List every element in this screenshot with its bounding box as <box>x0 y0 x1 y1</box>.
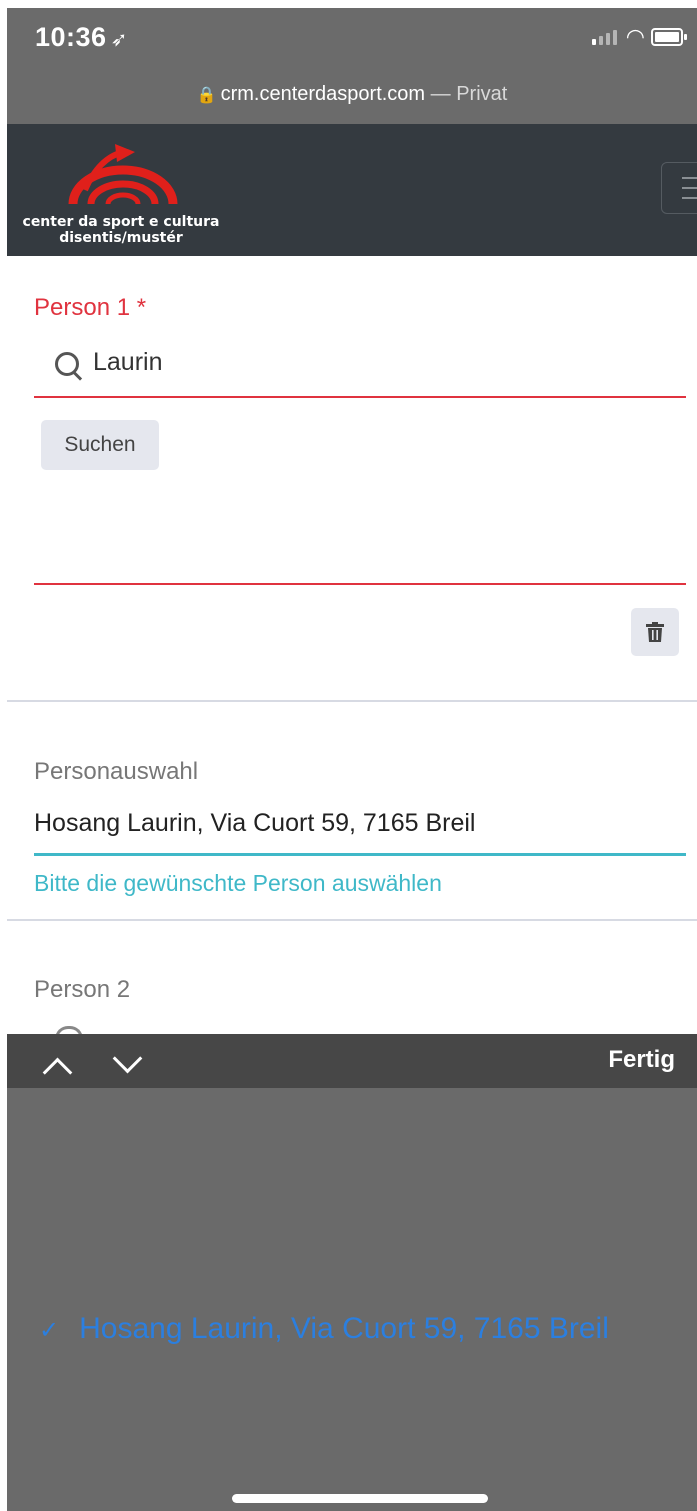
home-indicator[interactable] <box>232 1494 488 1503</box>
signal-icon <box>592 30 617 45</box>
trash-icon <box>646 622 664 642</box>
person2-label: Person 2 <box>34 976 131 1003</box>
url-text: crm.centerdasport.com <box>220 83 426 105</box>
person1-search-input[interactable]: Laurin <box>93 348 163 377</box>
section-divider <box>7 700 697 702</box>
personauswahl-select[interactable]: Hosang Laurin, Via Cuort 59, 7165 Breil <box>34 809 475 838</box>
status-bar: 10:36 ➶ ◠ 🔒 crm.centerdasport.com — Privat <box>7 8 697 124</box>
battery-icon <box>651 28 687 46</box>
chevron-up-icon[interactable] <box>42 1057 73 1088</box>
search-icon <box>55 352 79 376</box>
checkmark-icon: ✓ <box>39 1317 60 1344</box>
location-arrow-icon: ➶ <box>110 29 128 51</box>
status-time: 10:36 ➶ <box>35 22 128 52</box>
chevron-down-icon[interactable] <box>112 1043 143 1074</box>
logo[interactable]: center da sport e cultura disentis/musté… <box>11 142 231 246</box>
person1-search-underline <box>34 396 686 398</box>
picker-wheel[interactable]: ✓ Hosang Laurin, Via Cuort 59, 7165 Breil <box>7 1088 697 1511</box>
picker-option-label: Hosang Laurin, Via Cuort 59, 7165 Breil <box>79 1312 609 1345</box>
app-navbar: center da sport e cultura disentis/musté… <box>7 124 697 256</box>
personauswahl-label: Personauswahl <box>34 758 199 785</box>
wifi-icon: ◠ <box>625 24 645 49</box>
person1-select-underline[interactable] <box>34 583 686 585</box>
logo-text: center da sport e cultura disentis/musté… <box>22 214 220 246</box>
person1-label: Person 1 * <box>34 294 147 321</box>
delete-person-button[interactable] <box>631 608 679 656</box>
private-label: — Privat <box>430 83 508 105</box>
done-button[interactable]: Fertig <box>608 1046 675 1074</box>
personauswahl-hint: Bitte die gewünschte Person auswählen <box>34 870 442 896</box>
picker-option-selected[interactable]: ✓ Hosang Laurin, Via Cuort 59, 7165 Breil <box>39 1312 609 1346</box>
search-button[interactable]: Suchen <box>41 420 159 470</box>
lock-icon: 🔒 <box>196 87 217 104</box>
url-bar[interactable]: 🔒 crm.centerdasport.com — Privat <box>7 83 697 106</box>
logo-graphic <box>68 144 178 205</box>
section-divider <box>7 919 697 921</box>
frame-edge <box>0 0 7 1511</box>
keyboard-toolbar: Fertig <box>7 1034 697 1088</box>
personauswahl-underline <box>34 853 686 856</box>
hamburger-icon[interactable] <box>661 162 697 214</box>
